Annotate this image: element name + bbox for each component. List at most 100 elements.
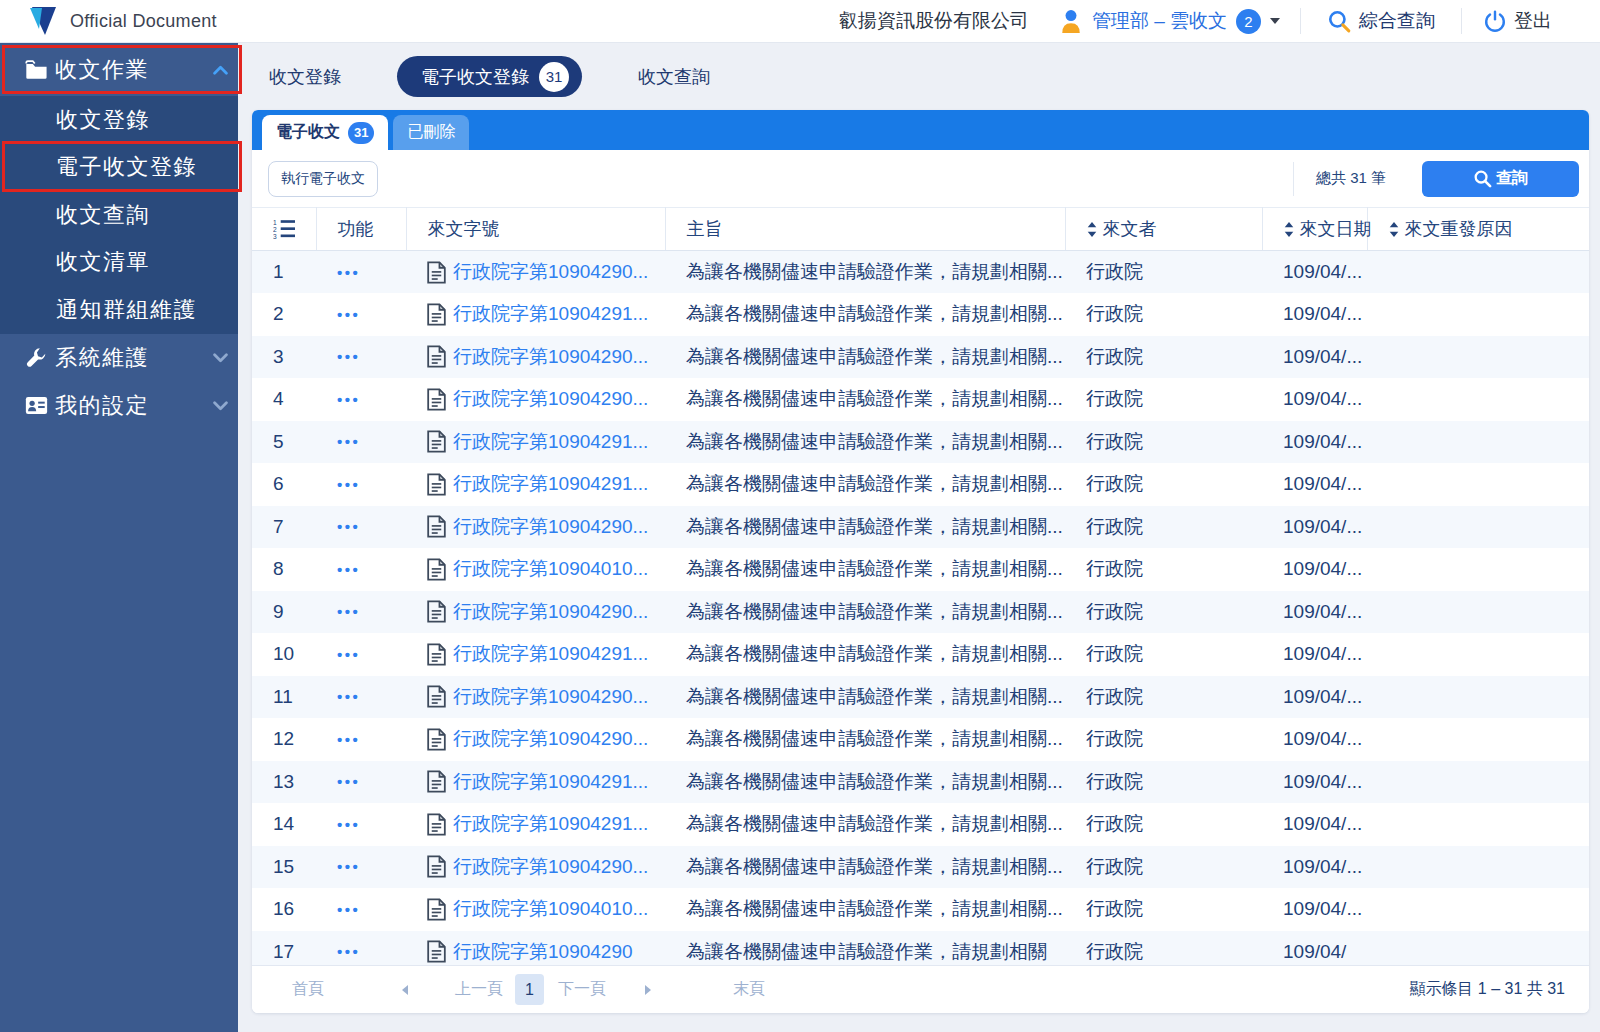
row-actions-button[interactable]: ••• xyxy=(316,336,406,379)
table-row[interactable]: 6 ••• 行政院字第10904291... 為讓各機關儘速申請驗證作業，請規劃… xyxy=(252,463,1589,506)
page-first[interactable]: 首頁 xyxy=(292,979,324,1000)
sidebar-item-label: 電子收文登錄 xyxy=(56,152,197,182)
table-row[interactable]: 2 ••• 行政院字第10904291... 為讓各機關儘速申請驗證作業，請規劃… xyxy=(252,293,1589,336)
doc-number-link[interactable]: 行政院字第10904290... xyxy=(453,514,648,540)
tab-e-receive-register[interactable]: 電子收文登錄 31 xyxy=(397,56,582,97)
sidebar-item[interactable]: 收文清單 xyxy=(0,239,238,287)
table-row[interactable]: 8 ••• 行政院字第10904010... 為讓各機關儘速申請驗證作業，請規劃… xyxy=(252,548,1589,591)
column-resend-reason[interactable]: 來文重發原因 xyxy=(1367,208,1589,251)
doc-number-link[interactable]: 行政院字第10904290... xyxy=(453,854,648,880)
page-last[interactable]: 末頁 xyxy=(733,979,765,1000)
table-row[interactable]: 12 ••• 行政院字第10904290... 為讓各機關儘速申請驗證作業，請規… xyxy=(252,718,1589,761)
table-row[interactable]: 3 ••• 行政院字第10904290... 為讓各機關儘速申請驗證作業，請規劃… xyxy=(252,336,1589,379)
table-row[interactable]: 14 ••• 行政院字第10904291... 為讓各機關儘速申請驗證作業，請規… xyxy=(252,803,1589,846)
table-row[interactable]: 9 ••• 行政院字第10904290... 為讓各機關儘速申請驗證作業，請規劃… xyxy=(252,591,1589,634)
row-actions-button[interactable]: ••• xyxy=(316,931,406,966)
page-prev[interactable]: 上一頁 xyxy=(455,979,503,1000)
doc-number-link[interactable]: 行政院字第10904291... xyxy=(453,301,648,327)
doc-number-link[interactable]: 行政院字第10904291... xyxy=(453,811,648,837)
sidebar-item[interactable]: 電子收文登錄 xyxy=(0,144,238,192)
sidebar-group-label: 收文作業 xyxy=(55,55,149,85)
column-doc-number[interactable]: 來文字號 xyxy=(406,208,665,251)
row-actions-button[interactable]: ••• xyxy=(316,548,406,591)
search-icon xyxy=(1473,169,1492,188)
doc-number-link[interactable]: 行政院字第10904290... xyxy=(453,726,648,752)
doc-number-link[interactable]: 行政院字第10904010... xyxy=(453,896,648,922)
doc-number-link[interactable]: 行政院字第10904291... xyxy=(453,769,648,795)
sidebar-group-system-maintain[interactable]: 系統維護 xyxy=(0,334,238,382)
column-subject[interactable]: 主旨 xyxy=(665,208,1065,251)
tab-e-receive[interactable]: 電子收文 31 xyxy=(262,115,388,150)
logout-button[interactable]: 登出 xyxy=(1462,0,1600,42)
sidebar-group-my-settings[interactable]: 我的設定 xyxy=(0,382,238,430)
user-menu[interactable]: 管理部 – 雲收文 2 xyxy=(1059,8,1280,34)
total-count-label: 總共 31 筆 xyxy=(1316,169,1386,188)
table-row[interactable]: 5 ••• 行政院字第10904291... 為讓各機關儘速申請驗證作業，請規劃… xyxy=(252,421,1589,464)
row-actions-button[interactable]: ••• xyxy=(316,251,406,294)
doc-number-link[interactable]: 行政院字第10904291... xyxy=(453,641,648,667)
query-button[interactable]: 查詢 xyxy=(1422,161,1579,197)
table-row[interactable]: 11 ••• 行政院字第10904290... 為讓各機關儘速申請驗證作業，請規… xyxy=(252,676,1589,719)
column-date[interactable]: 來文日期 xyxy=(1262,208,1367,251)
row-actions-button[interactable]: ••• xyxy=(316,803,406,846)
table-row[interactable]: 4 ••• 行政院字第10904290... 為讓各機關儘速申請驗證作業，請規劃… xyxy=(252,378,1589,421)
user-badge: 2 xyxy=(1236,9,1261,34)
column-actions[interactable]: 功能 xyxy=(316,208,406,251)
page-next[interactable]: 下一頁 xyxy=(558,979,606,1000)
table-row[interactable]: 17 ••• 行政院字第10904290 為讓各機關儘速申請驗證作業，請規劃相關… xyxy=(252,931,1589,966)
table-row[interactable]: 7 ••• 行政院字第10904290... 為讓各機關儘速申請驗證作業，請規劃… xyxy=(252,506,1589,549)
row-sender: 行政院 xyxy=(1065,803,1262,846)
row-actions-button[interactable]: ••• xyxy=(316,293,406,336)
document-icon xyxy=(427,345,446,368)
global-search-button[interactable]: 綜合查詢 xyxy=(1301,0,1461,42)
row-date: 109/04/... xyxy=(1262,293,1367,336)
table-row[interactable]: 10 ••• 行政院字第10904291... 為讓各機關儘速申請驗證作業，請規… xyxy=(252,633,1589,676)
doc-number-link[interactable]: 行政院字第10904290... xyxy=(453,684,648,710)
table-row[interactable]: 1 ••• 行政院字第10904290... 為讓各機關儘速申請驗證作業，請規劃… xyxy=(252,251,1589,294)
sidebar-item[interactable]: 收文登錄 xyxy=(0,96,238,144)
doc-number-link[interactable]: 行政院字第10904290... xyxy=(453,386,648,412)
row-actions-button[interactable]: ••• xyxy=(316,378,406,421)
row-actions-button[interactable]: ••• xyxy=(316,888,406,931)
doc-number-link[interactable]: 行政院字第10904290... xyxy=(453,344,648,370)
power-icon xyxy=(1484,10,1506,32)
doc-number-link[interactable]: 行政院字第10904291... xyxy=(453,429,648,455)
tab-deleted[interactable]: 已刪除 xyxy=(393,115,469,150)
table-row[interactable]: 15 ••• 行政院字第10904290... 為讓各機關儘速申請驗證作業，請規… xyxy=(252,846,1589,889)
row-sender: 行政院 xyxy=(1065,676,1262,719)
row-subject: 為讓各機關儘速申請驗證作業，請規劃相關... xyxy=(665,463,1065,506)
tab-receive-register[interactable]: 收文登錄 xyxy=(269,65,341,89)
tab-receive-query[interactable]: 收文查詢 xyxy=(638,65,710,89)
doc-number-link[interactable]: 行政院字第10904290... xyxy=(453,599,648,625)
sidebar-group-receive-work[interactable]: 收文作業 xyxy=(0,43,238,96)
row-actions-button[interactable]: ••• xyxy=(316,846,406,889)
row-actions-button[interactable]: ••• xyxy=(316,463,406,506)
row-date: 109/04/... xyxy=(1262,803,1367,846)
table-row[interactable]: 16 ••• 行政院字第10904010... 為讓各機關儘速申請驗證作業，請規… xyxy=(252,888,1589,931)
row-actions-button[interactable]: ••• xyxy=(316,676,406,719)
row-actions-button[interactable]: ••• xyxy=(316,718,406,761)
column-index[interactable]: 1 2 3 xyxy=(252,208,316,251)
user-menu-label: 管理部 – 雲收文 xyxy=(1092,8,1227,34)
table-row[interactable]: 13 ••• 行政院字第10904291... 為讓各機關儘速申請驗證作業，請規… xyxy=(252,761,1589,804)
row-date: 109/04/... xyxy=(1262,846,1367,889)
page-current[interactable]: 1 xyxy=(515,974,544,1005)
sidebar-item[interactable]: 通知群組維護 xyxy=(0,286,238,334)
page-prev-arrow-icon[interactable] xyxy=(402,985,408,995)
row-date: 109/04/... xyxy=(1262,506,1367,549)
doc-number-link[interactable]: 行政院字第10904290... xyxy=(453,259,648,285)
row-actions-button[interactable]: ••• xyxy=(316,506,406,549)
doc-number-link[interactable]: 行政院字第10904291... xyxy=(453,471,648,497)
row-index: 4 xyxy=(252,378,316,421)
row-actions-button[interactable]: ••• xyxy=(316,633,406,676)
row-actions-button[interactable]: ••• xyxy=(316,421,406,464)
execute-e-receive-button[interactable]: 執行電子收文 xyxy=(268,161,378,197)
documents-table: 1 2 3 功能 來文字號 主旨 來文者 xyxy=(252,207,1589,965)
doc-number-link[interactable]: 行政院字第10904290 xyxy=(453,939,633,965)
page-next-arrow-icon[interactable] xyxy=(645,985,651,995)
sidebar-item[interactable]: 收文查詢 xyxy=(0,191,238,239)
row-actions-button[interactable]: ••• xyxy=(316,761,406,804)
row-actions-button[interactable]: ••• xyxy=(316,591,406,634)
doc-number-link[interactable]: 行政院字第10904010... xyxy=(453,556,648,582)
column-sender[interactable]: 來文者 xyxy=(1065,208,1262,251)
